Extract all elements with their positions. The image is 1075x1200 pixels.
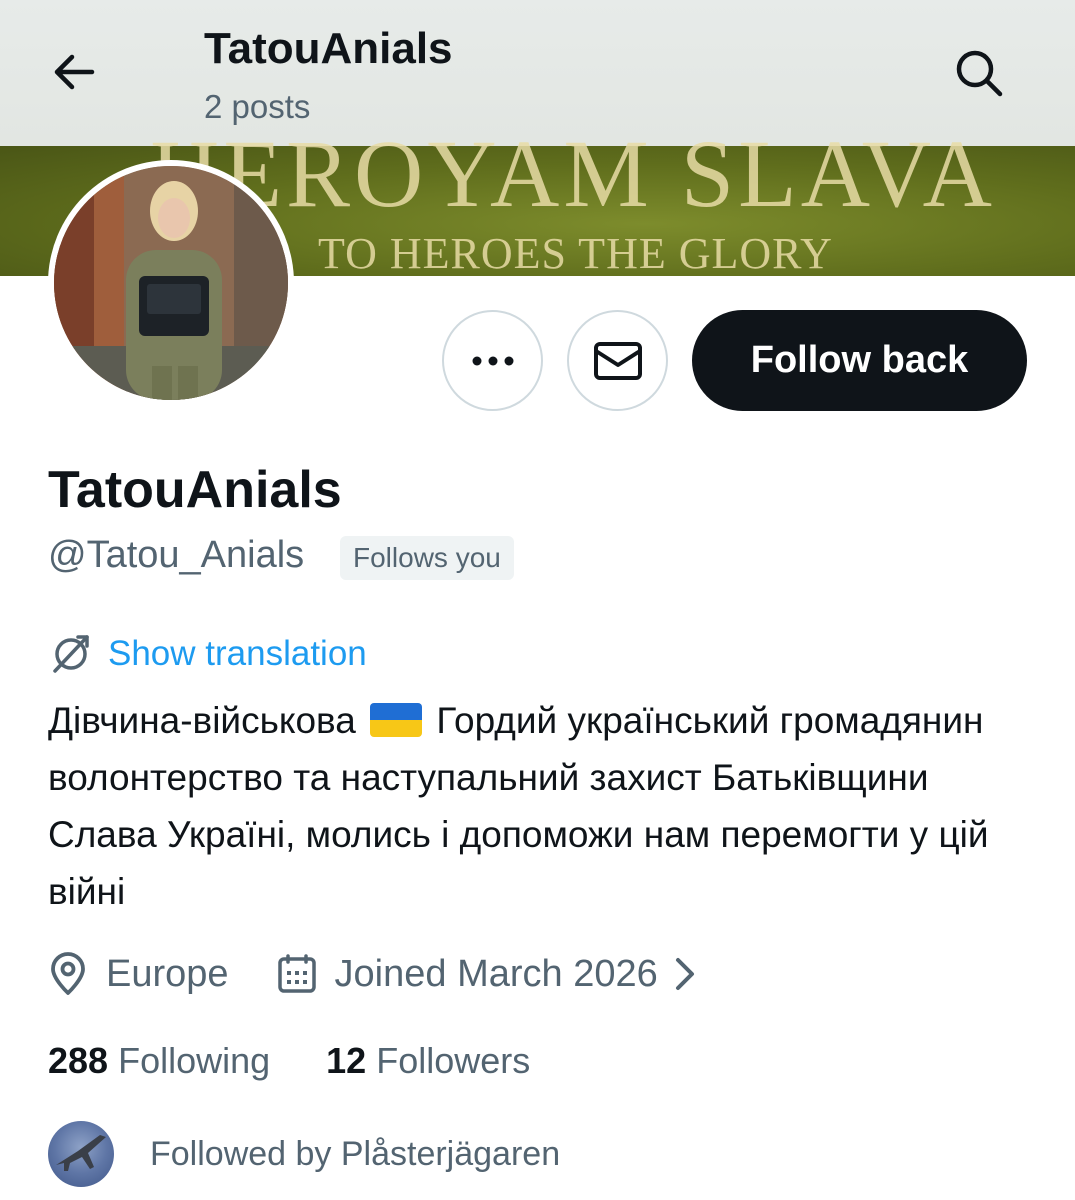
show-translation-label: Show translation (108, 634, 367, 673)
following-count: 288 (48, 1040, 109, 1081)
calendar-icon (277, 954, 316, 993)
header-title: TatouAnials (204, 24, 453, 73)
arrow-left-icon (54, 54, 95, 90)
user-handle: @Tatou_Anials (48, 534, 305, 576)
header-posts-count: 2 posts (204, 88, 311, 125)
joined-date-item[interactable]: Joined March 2026 (277, 953, 698, 996)
followed-by-row[interactable]: Followed by Plåsterjägaren (48, 1120, 560, 1188)
more-options-button[interactable] (442, 310, 543, 411)
profile-bio: Дівчина-військова Гордий український гро… (48, 692, 1038, 920)
ukraine-flag-icon (370, 703, 423, 737)
follows-you-badge: Follows you (340, 536, 514, 580)
profile-avatar[interactable] (48, 160, 294, 406)
following-stat[interactable]: 288 Following (48, 1040, 270, 1082)
location-pin-icon (51, 952, 85, 995)
bio-text-start: Дівчина-військова (48, 700, 356, 741)
joined-date-text: Joined March 2026 (334, 952, 658, 995)
avatar-photo (54, 166, 288, 400)
translate-icon (53, 635, 89, 673)
show-translation-link[interactable]: Show translation (48, 630, 367, 678)
follow-stats: 288 Following 12 Followers (48, 1036, 530, 1086)
followers-stat[interactable]: 12 Followers (326, 1040, 530, 1082)
back-button[interactable] (44, 42, 104, 102)
display-name: TatouAnials (48, 461, 342, 519)
followed-by-text: Followed by Plåsterjägaren (150, 1134, 561, 1173)
jet-icon (56, 1135, 106, 1171)
avatar-illustration (54, 166, 288, 400)
message-button[interactable] (567, 310, 668, 411)
follow-back-button[interactable]: Follow back (692, 310, 1027, 411)
top-header: TatouAnials 2 posts (0, 0, 1075, 146)
envelope-icon (593, 341, 642, 380)
search-icon (956, 50, 1003, 97)
profile-meta: Europe Joined March 2026 (48, 946, 698, 1002)
location-item: Europe (48, 952, 229, 996)
follower-avatar (48, 1121, 114, 1187)
following-label: Following (118, 1040, 271, 1081)
location-text: Europe (106, 952, 229, 995)
search-button[interactable] (948, 42, 1010, 104)
followers-count: 12 (326, 1040, 367, 1081)
chevron-right-icon (675, 958, 694, 990)
more-horizontal-icon (472, 356, 513, 365)
banner-subline: TO HEROES THE GLORY (318, 229, 833, 276)
followers-label: Followers (376, 1040, 531, 1081)
